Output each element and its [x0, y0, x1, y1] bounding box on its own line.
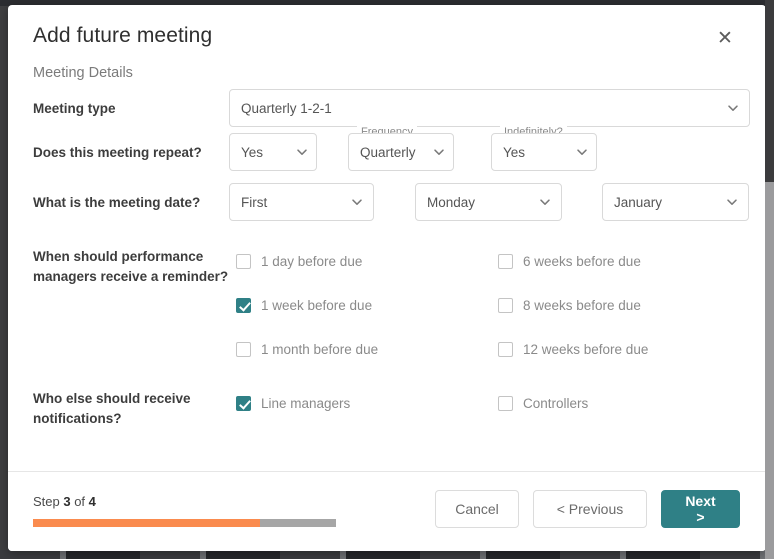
repeat-value: Yes: [241, 144, 264, 160]
chevron-down-icon: [433, 146, 445, 158]
next-button[interactable]: Next >: [661, 490, 740, 528]
checkbox-icon[interactable]: [236, 341, 251, 357]
indefinitely-field: Indefinitely? Yes: [491, 126, 597, 171]
repeat-select[interactable]: Yes: [229, 133, 317, 171]
indefinitely-select[interactable]: Yes: [491, 133, 597, 171]
form-row-repeat: Does this meeting repeat? Yes Frequency …: [26, 126, 740, 171]
checkbox-icon[interactable]: [498, 297, 513, 313]
step-prefix: Step: [33, 494, 64, 509]
checkbox-icon[interactable]: [498, 395, 513, 411]
row-label-reminder: When should performance managers receive…: [33, 249, 229, 284]
indefinitely-value: Yes: [503, 144, 526, 160]
footer-button-group: Cancel < Previous Next >: [435, 488, 740, 528]
meeting-type-select[interactable]: Quarterly 1-2-1: [229, 89, 750, 127]
checkbox-checked-icon[interactable]: [236, 395, 251, 411]
page-scrollbar[interactable]: [765, 0, 774, 559]
dialog-footer: Step 3 of 4 Cancel < Previous Next >: [8, 471, 766, 551]
chevron-down-icon: [296, 146, 308, 158]
reminder-option-label: 1 day before due: [261, 253, 363, 269]
notification-option-label: Line managers: [261, 395, 351, 411]
reminder-option-8-weeks[interactable]: 8 weeks before due: [491, 283, 753, 327]
step-current: 3: [63, 494, 71, 509]
date-weekday-select[interactable]: Monday: [415, 183, 562, 221]
notification-option-line-managers[interactable]: Line managers: [229, 381, 491, 425]
form-row-meeting-type: Meeting type Quarterly 1-2-1: [26, 89, 750, 127]
reminder-option-1-week[interactable]: 1 week before due: [229, 283, 491, 327]
page-scrollbar-thumb[interactable]: [765, 0, 774, 182]
date-month-value: January: [614, 194, 663, 210]
reminder-option-label: 1 month before due: [261, 341, 379, 357]
chevron-down-icon: [576, 146, 588, 158]
reminder-option-label: 8 weeks before due: [523, 297, 641, 313]
step-middle: of: [70, 494, 89, 509]
form-row-reminder: When should performance managers receive…: [26, 235, 740, 371]
chevron-down-icon: [727, 102, 739, 114]
row-label-repeat: Does this meeting repeat?: [33, 145, 202, 160]
reminder-option-6-weeks[interactable]: 6 weeks before due: [491, 239, 753, 283]
add-future-meeting-dialog: Add future meeting ✕ Meeting Details Mee…: [8, 5, 766, 551]
section-title: Meeting Details: [33, 65, 133, 81]
close-icon[interactable]: ✕: [712, 25, 738, 51]
notification-option-label: Controllers: [523, 395, 589, 411]
cancel-button[interactable]: Cancel: [435, 490, 519, 528]
notification-option-controllers[interactable]: Controllers: [491, 381, 753, 425]
chevron-down-icon: [351, 196, 363, 208]
checkbox-icon[interactable]: [236, 253, 251, 269]
checkbox-icon[interactable]: [498, 253, 513, 269]
date-ordinal-select[interactable]: First: [229, 183, 374, 221]
row-label-meeting-date: What is the meeting date?: [33, 195, 201, 210]
chevron-down-icon: [539, 196, 551, 208]
dialog-header: Add future meeting ✕: [26, 23, 740, 51]
date-weekday-value: Monday: [427, 194, 476, 210]
frequency-field: Frequency Quarterly: [348, 126, 454, 171]
row-label-meeting-type: Meeting type: [33, 101, 116, 116]
checkbox-icon[interactable]: [498, 341, 513, 357]
checkbox-checked-icon[interactable]: [236, 297, 251, 313]
reminder-option-12-weeks[interactable]: 12 weeks before due: [491, 327, 753, 371]
reminder-option-label: 12 weeks before due: [523, 341, 649, 357]
row-label-notifications: Who else should receive notifications?: [33, 391, 191, 426]
previous-button[interactable]: < Previous: [533, 490, 647, 528]
form-row-meeting-date: What is the meeting date? First Monday J…: [26, 183, 749, 221]
date-ordinal-value: First: [241, 194, 268, 210]
step-total: 4: [88, 494, 96, 509]
page-scrollbar-track[interactable]: [765, 182, 774, 559]
notifications-checkbox-grid: Line managers Controllers: [229, 377, 753, 425]
reminder-option-1-month[interactable]: 1 month before due: [229, 327, 491, 371]
reminder-option-label: 6 weeks before due: [523, 253, 641, 269]
dialog-body: Add future meeting ✕ Meeting Details Mee…: [8, 5, 766, 471]
progress-bar: [33, 519, 336, 527]
step-indicator: Step 3 of 4: [33, 494, 336, 509]
frequency-value: Quarterly: [360, 144, 416, 160]
reminder-option-label: 1 week before due: [261, 297, 373, 313]
date-month-select[interactable]: January: [602, 183, 749, 221]
reminder-option-1-day[interactable]: 1 day before due: [229, 239, 491, 283]
frequency-select[interactable]: Quarterly: [348, 133, 454, 171]
meeting-type-value: Quarterly 1-2-1: [241, 100, 332, 116]
form-row-notifications: Who else should receive notifications? L…: [26, 377, 740, 429]
page-title: Add future meeting: [33, 24, 213, 47]
reminder-checkbox-grid: 1 day before due 6 weeks before due 1 we…: [229, 235, 753, 371]
chevron-down-icon: [726, 196, 738, 208]
step-progress: Step 3 of 4: [26, 488, 336, 527]
progress-bar-fill: [33, 519, 261, 527]
